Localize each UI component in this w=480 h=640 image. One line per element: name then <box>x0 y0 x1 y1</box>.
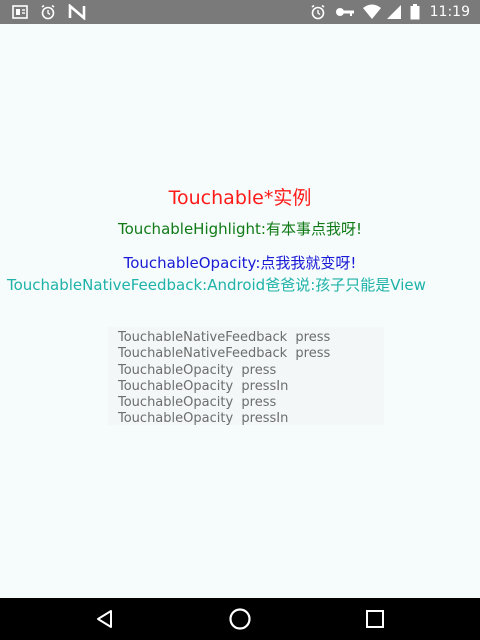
status-bar: 11:19 <box>0 0 480 24</box>
page-title: Touchable*实例 <box>168 187 312 209</box>
log-entry: TouchableNativeFeedback press <box>118 330 331 345</box>
key-icon <box>335 4 355 20</box>
document-icon <box>12 4 28 20</box>
event-log-panel[interactable]: TouchableNativeFeedback press TouchableN… <box>108 327 384 425</box>
alarm-icon <box>310 4 326 20</box>
status-time: 11:19 <box>429 4 470 20</box>
recents-icon[interactable] <box>362 607 388 631</box>
main-content: Touchable*实例 TouchableHighlight:有本事点我呀! … <box>0 24 480 598</box>
navigation-bar <box>0 598 480 640</box>
log-entry: TouchableOpacity press <box>118 362 277 378</box>
signal-icon <box>386 4 402 20</box>
event-log-list: TouchableNativeFeedback press TouchableN… <box>108 327 384 425</box>
home-icon[interactable] <box>227 607 253 631</box>
battery-icon <box>410 4 420 20</box>
log-entry: TouchableOpacity pressIn <box>118 411 289 425</box>
log-entry: TouchableOpacity press <box>118 395 277 411</box>
touchable-highlight-text[interactable]: TouchableHighlight:有本事点我呀! <box>0 219 480 239</box>
back-icon[interactable] <box>92 607 118 631</box>
touchable-opacity-text[interactable]: TouchableOpacity:点我我就变呀! <box>0 253 480 273</box>
touchable-native-feedback-text[interactable]: TouchableNativeFeedback:Android爸爸说:孩子只能是… <box>7 277 467 293</box>
wifi-icon <box>362 4 382 20</box>
log-entry: TouchableNativeFeedback press <box>118 346 331 362</box>
log-entry: TouchableOpacity pressIn <box>118 378 289 394</box>
n-logo-icon <box>68 4 86 20</box>
alarm-icon <box>40 4 56 20</box>
